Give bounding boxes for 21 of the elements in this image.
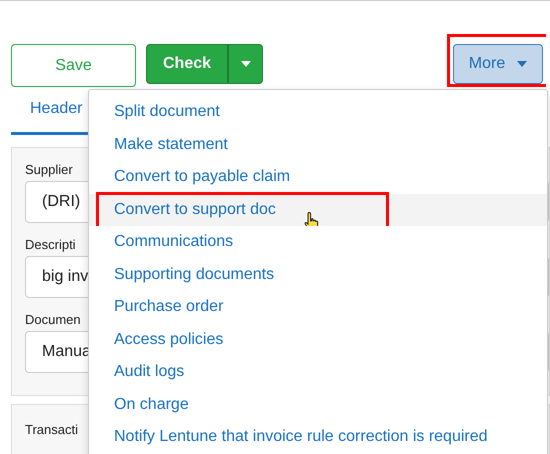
field-label: Documen	[25, 312, 81, 327]
menu-item[interactable]: Purchase order	[89, 291, 547, 324]
field-label: Supplier	[25, 162, 73, 177]
check-button[interactable]: Check	[146, 44, 228, 84]
menu-item[interactable]: Make statement	[89, 128, 547, 161]
menu-item[interactable]: Communications	[89, 226, 547, 258]
menu-item[interactable]: Access policies	[89, 324, 547, 356]
menu-item[interactable]: Split document	[89, 96, 547, 128]
menu-item[interactable]: Audit logs	[89, 356, 547, 388]
field-label: Transacti	[25, 422, 78, 437]
save-button[interactable]: Save	[11, 44, 136, 87]
more-button[interactable]: More	[453, 44, 543, 84]
menu-item[interactable]: On charge	[89, 388, 547, 421]
dropdown-button[interactable]	[228, 44, 263, 84]
field-label: Descripti	[25, 237, 76, 252]
menu-item[interactable]: Supporting documents	[89, 258, 547, 291]
menu-item[interactable]: Convert to payable claim	[89, 161, 547, 194]
menu-item[interactable]: Convert to support doc	[89, 194, 547, 226]
menu-item[interactable]: Notify Lentune that invoice rule correction is required	[89, 421, 547, 454]
caret-icon	[517, 61, 528, 67]
caret-icon	[240, 61, 250, 67]
